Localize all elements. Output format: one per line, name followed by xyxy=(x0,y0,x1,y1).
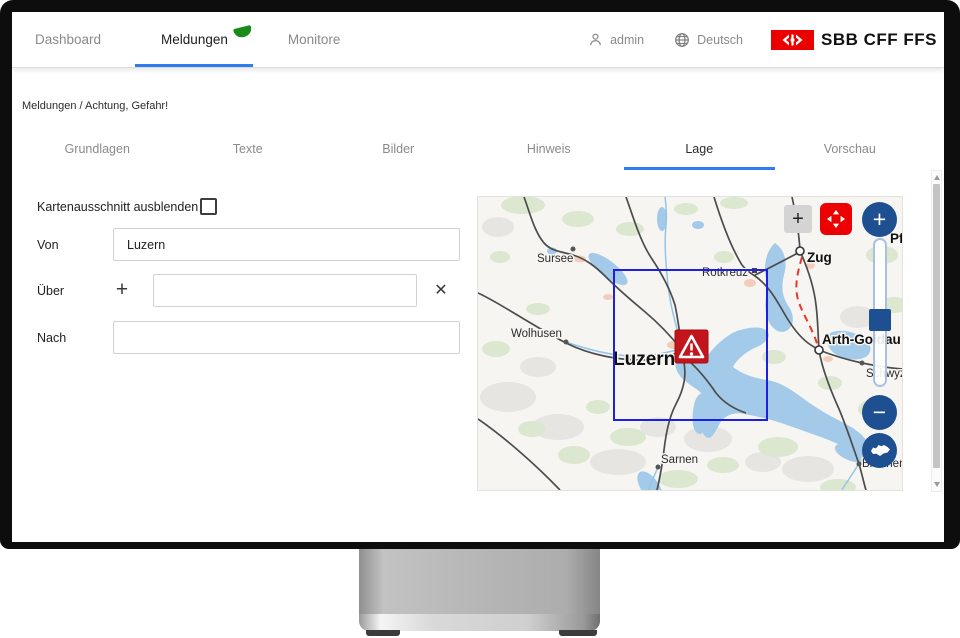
map-canvas: Sursee Zug Rotkreuz Wolhusen Arth-Goldau… xyxy=(478,197,902,490)
language-menu[interactable]: Deutsch xyxy=(674,32,743,48)
monitor-foot xyxy=(559,630,597,636)
nav-item-meldungen[interactable]: Meldungen xyxy=(159,12,230,67)
nav-item-label: Meldungen xyxy=(161,32,228,47)
ueber-label: Über xyxy=(37,284,64,298)
map-home-switzerland-button[interactable] xyxy=(862,433,897,468)
green-badge-icon xyxy=(233,25,253,39)
monitor-stand-base xyxy=(359,614,600,631)
tab-hinweis[interactable]: Hinweis xyxy=(474,128,625,170)
scrollbar-thumb[interactable] xyxy=(933,184,940,468)
nav-item-dashboard[interactable]: Dashboard xyxy=(33,12,103,67)
tab-grundlagen[interactable]: Grundlagen xyxy=(22,128,173,170)
tab-vorschau[interactable]: Vorschau xyxy=(775,128,926,170)
map-label-pf: Pf xyxy=(890,231,902,246)
tab-bilder[interactable]: Bilder xyxy=(323,128,474,170)
scroll-down-icon[interactable] xyxy=(934,482,940,487)
content-scrollbar[interactable] xyxy=(931,170,942,492)
map-label-arth-goldau: Arth-Goldau xyxy=(822,332,901,347)
monitor-foot xyxy=(366,630,400,636)
app-screen: Dashboard Meldungen Monitore admin xyxy=(12,12,944,542)
map-pan-button[interactable] xyxy=(820,203,852,235)
ueber-input[interactable] xyxy=(153,274,417,307)
language-label: Deutsch xyxy=(697,33,743,47)
map-zoom-in-button[interactable]: + xyxy=(862,202,897,237)
map-label-wolhusen: Wolhusen xyxy=(511,328,562,340)
breadcrumb: Meldungen / Achtung, Gefahr! xyxy=(22,100,168,112)
user-icon xyxy=(588,32,603,47)
user-menu[interactable]: admin xyxy=(588,32,644,47)
map[interactable]: Sursee Zug Rotkreuz Wolhusen Arth-Goldau… xyxy=(477,196,903,491)
von-label: Von xyxy=(37,238,59,252)
switzerland-shape-icon xyxy=(869,443,891,458)
nav-left: Dashboard Meldungen Monitore xyxy=(12,12,342,67)
monitor-stand xyxy=(359,540,600,618)
map-label-sursee: Sursee xyxy=(537,253,573,265)
warning-marker-icon[interactable] xyxy=(675,330,708,363)
hide-map-label: Kartenausschnitt ausblenden xyxy=(37,200,198,214)
clear-via-button[interactable]: ✕ xyxy=(430,278,452,302)
user-name: admin xyxy=(610,33,644,47)
map-label-rotkreuz: Rotkreuz xyxy=(702,267,748,279)
von-input[interactable] xyxy=(113,228,460,261)
map-zoom-slider[interactable] xyxy=(873,238,887,387)
globe-icon xyxy=(674,32,690,48)
map-layer-button[interactable]: + xyxy=(784,205,812,233)
map-label-sarnen: Sarnen xyxy=(661,454,698,466)
nach-input[interactable] xyxy=(113,321,460,354)
tab-texte[interactable]: Texte xyxy=(173,128,324,170)
map-zoom-out-button[interactable]: − xyxy=(862,395,897,430)
nav-item-label: Monitore xyxy=(288,32,341,47)
scroll-up-icon[interactable] xyxy=(934,175,940,180)
tab-bar: Grundlagen Texte Bilder Hinweis Lage Vor… xyxy=(22,128,925,170)
move-arrows-icon xyxy=(826,209,846,229)
nav-item-label: Dashboard xyxy=(35,32,101,47)
monitor-mockup: Dashboard Meldungen Monitore admin xyxy=(0,0,960,638)
tab-lage[interactable]: Lage xyxy=(624,128,775,170)
map-label-zug: Zug xyxy=(807,250,832,265)
map-zoom-slider-handle[interactable] xyxy=(869,309,891,331)
top-nav: Dashboard Meldungen Monitore admin xyxy=(12,12,944,68)
add-via-button[interactable]: + xyxy=(110,276,134,304)
nach-label: Nach xyxy=(37,331,66,345)
nav-item-monitore[interactable]: Monitore xyxy=(286,12,343,67)
map-label-luzern: Luzern xyxy=(613,349,675,370)
brand-text: SBB CFF FFS xyxy=(821,30,937,50)
sbb-brand: SBB CFF FFS xyxy=(771,30,937,50)
hide-map-checkbox[interactable] xyxy=(200,198,217,215)
nav-right: admin Deutsch xyxy=(588,12,944,67)
sbb-logo-icon xyxy=(771,30,814,50)
